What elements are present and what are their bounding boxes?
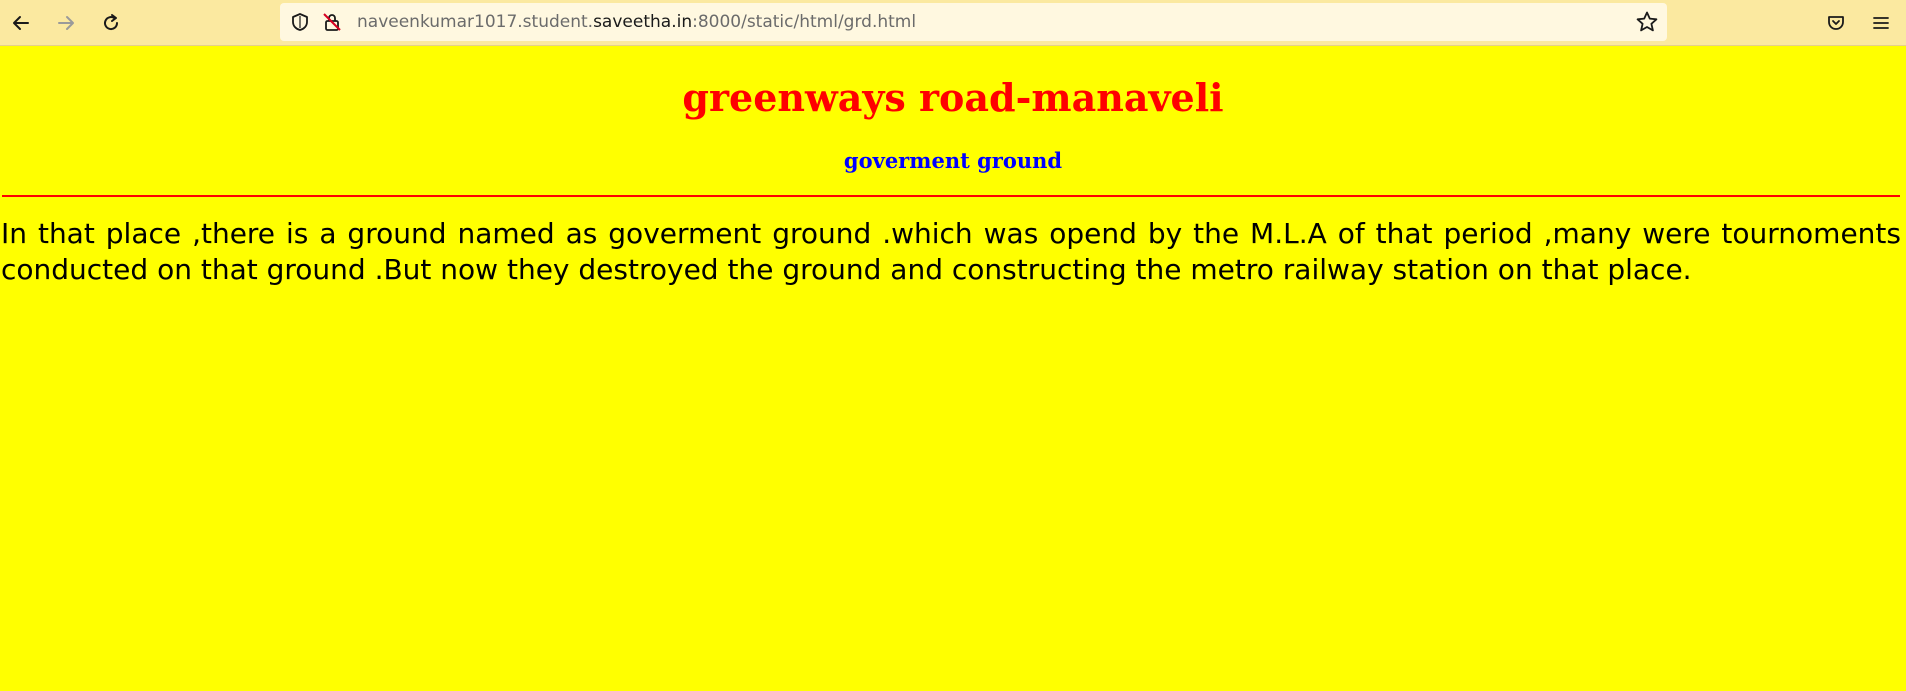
- page-subheading: goverment ground: [843, 148, 1063, 173]
- shield-icon[interactable]: [290, 12, 310, 36]
- url-prefix: naveenkumar1017.student.: [357, 12, 594, 32]
- horizontal-divider: [2, 195, 1900, 197]
- pocket-button[interactable]: [1821, 8, 1851, 38]
- url-text[interactable]: naveenkumar1017.student.saveetha.in:8000…: [357, 3, 916, 41]
- browser-toolbar: naveenkumar1017.student.saveetha.in:8000…: [0, 0, 1906, 46]
- forward-button[interactable]: [51, 8, 81, 38]
- arrow-left-icon: [13, 16, 29, 30]
- pocket-icon: [1828, 16, 1844, 30]
- insecure-lock-icon[interactable]: [322, 12, 342, 36]
- arrow-right-icon: [58, 16, 74, 30]
- body-paragraph: In that place ,there is a ground named a…: [1, 217, 1901, 286]
- page-content: greenways road-manaveli goverment ground…: [0, 46, 1906, 691]
- reload-button[interactable]: [96, 8, 126, 38]
- reload-icon: [104, 14, 119, 31]
- back-button[interactable]: [6, 8, 36, 38]
- hamburger-menu-icon: [1873, 17, 1889, 29]
- url-suffix: :8000/static/html/grd.html: [692, 12, 917, 32]
- address-bar[interactable]: naveenkumar1017.student.saveetha.in:8000…: [280, 3, 1667, 41]
- menu-button[interactable]: [1866, 8, 1896, 38]
- star-icon[interactable]: [1635, 10, 1659, 38]
- url-domain: saveetha.in: [593, 12, 693, 32]
- page-heading: greenways road-manaveli: [682, 75, 1224, 120]
